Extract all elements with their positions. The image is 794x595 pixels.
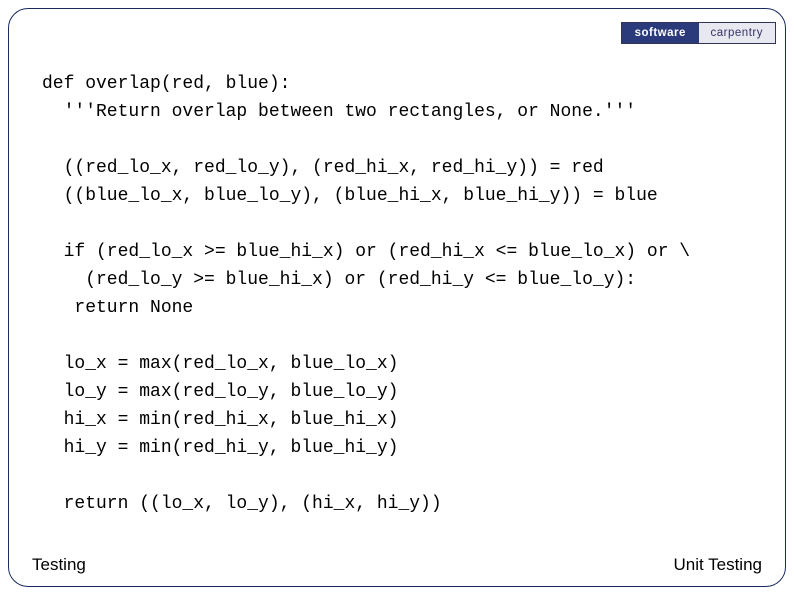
code-snippet: def overlap(red, blue): '''Return overla… [42, 70, 752, 518]
footer-right-label: Unit Testing [673, 555, 762, 575]
logo-left-text: software [622, 23, 699, 43]
footer-left-label: Testing [32, 555, 86, 575]
logo: software carpentry [621, 22, 776, 44]
logo-right-text: carpentry [699, 23, 776, 43]
